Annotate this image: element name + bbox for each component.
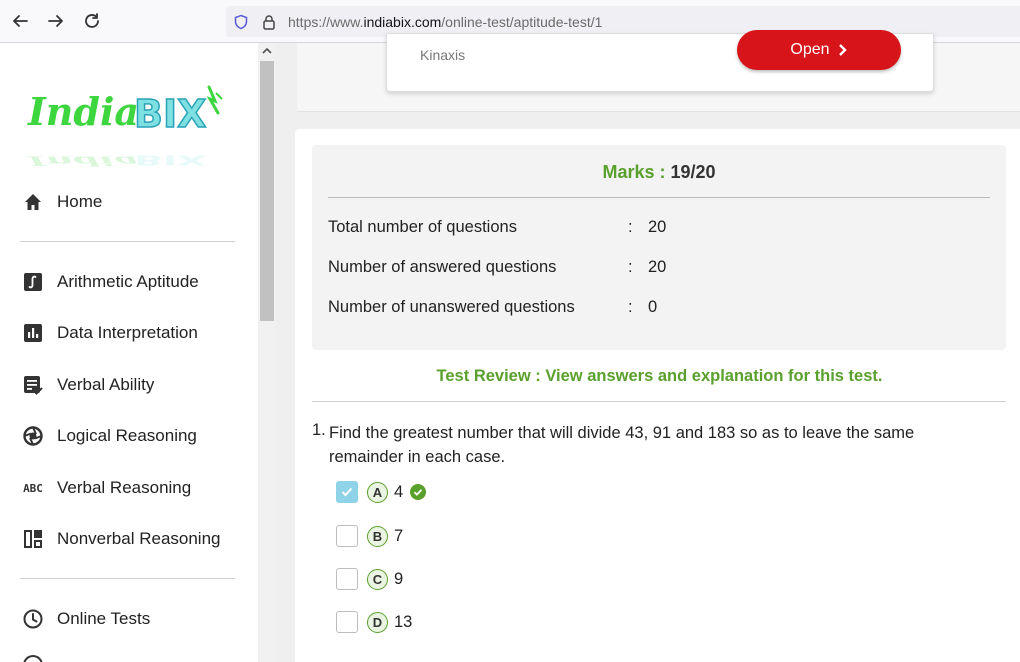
scrollbar-thumb[interactable]	[260, 61, 274, 321]
sidebar-item-label: Nonverbal Reasoning	[57, 529, 221, 548]
option-text: 9	[394, 569, 404, 588]
correct-answer-icon	[410, 484, 427, 500]
score-row-sep: :	[628, 258, 633, 276]
sidebar-item-home[interactable]: Home	[20, 187, 102, 217]
sidebar-divider	[20, 241, 235, 242]
sidebar-item-verbal-ability[interactable]: Verbal Ability	[20, 370, 154, 400]
option-letter: A	[367, 481, 388, 503]
test-result-panel: Marks : 19/20 Total number of questions …	[295, 129, 1020, 662]
option-checkbox[interactable]	[336, 611, 358, 633]
bar-chart-icon	[20, 320, 46, 346]
checkmark-icon	[341, 487, 353, 497]
score-row-sep: :	[628, 298, 633, 316]
abc-icon: ABC	[23, 481, 43, 495]
sidebar-item-label: Data Interpretation	[57, 323, 198, 342]
option-a[interactable]: A 4	[336, 481, 427, 503]
option-letter: D	[367, 611, 388, 633]
sidebar-item-label: Home	[57, 192, 103, 211]
doc-check-icon	[20, 372, 46, 398]
sidebar-item-verbal-reasoning[interactable]: ABC Verbal Reasoning	[20, 473, 191, 503]
indiabix-logo[interactable]: India BIX India BIX	[26, 83, 236, 183]
marks-value: 19/20	[670, 162, 716, 182]
score-row-value: 20	[648, 218, 667, 236]
marks-label: Marks :	[602, 162, 666, 182]
logo-graphic: India BIX India BIX	[27, 85, 223, 169]
sidebar: India BIX India BIX Home Arithmetic Apti…	[0, 43, 258, 662]
score-row-label: Number of answered questions	[328, 258, 557, 276]
chevron-right-icon	[838, 44, 847, 56]
forward-button[interactable]	[45, 10, 67, 32]
ad-open-button[interactable]: Open	[737, 30, 901, 70]
dashboard-icon	[20, 526, 46, 552]
marks-heading: Marks : 19/20	[312, 162, 1006, 183]
url-prefix: https://www.	[288, 14, 364, 30]
sidebar-scrollbar[interactable]	[258, 43, 276, 662]
partial-icon	[23, 655, 43, 662]
sidebar-item-label: Verbal Reasoning	[57, 478, 192, 497]
sidebar-item-online-tests[interactable]: Online Tests	[20, 604, 150, 634]
option-b[interactable]: B 7	[336, 525, 403, 547]
sidebar-item-label: Arithmetic Aptitude	[57, 272, 199, 291]
question-text: Find the greatest number that will divid…	[329, 424, 915, 466]
url-text[interactable]: https://www.indiabix.com/online-test/apt…	[288, 14, 602, 30]
score-divider	[328, 197, 990, 198]
sidebar-item-data-interpretation[interactable]: Data Interpretation	[20, 318, 198, 348]
sidebar-item-arithmetic-aptitude[interactable]: Arithmetic Aptitude	[20, 267, 199, 297]
integral-icon	[20, 269, 46, 295]
test-review-link[interactable]: Test Review : View answers and explanati…	[295, 367, 1020, 386]
ad-card[interactable]: Kinaxis Open	[386, 30, 934, 92]
svg-text:India: India	[27, 153, 139, 169]
home-icon	[20, 189, 46, 215]
ad-brand: Kinaxis	[420, 47, 466, 63]
score-summary: Marks : 19/20 Total number of questions …	[312, 145, 1006, 350]
ad-open-label: Open	[790, 41, 830, 58]
question-number: 1.	[312, 421, 326, 439]
score-row-value: 20	[648, 258, 667, 276]
sidebar-item-label: Online Tests	[57, 609, 151, 628]
option-letter: B	[367, 525, 388, 547]
forward-arrow-icon	[48, 15, 63, 27]
sidebar-item-nonverbal-reasoning[interactable]: Nonverbal Reasoning	[20, 524, 221, 554]
review-divider	[312, 401, 1006, 402]
sidebar-item-label: Verbal Ability	[57, 375, 155, 394]
score-row-label: Total number of questions	[328, 218, 517, 236]
option-d[interactable]: D 13	[336, 611, 412, 633]
svg-text:India: India	[27, 89, 139, 134]
ad-banner: Kinaxis Open	[297, 30, 1020, 112]
option-text: 7	[394, 526, 404, 545]
clock-icon	[20, 606, 46, 632]
option-c[interactable]: C 9	[336, 568, 403, 590]
score-row-label: Number of unanswered questions	[328, 298, 575, 316]
svg-text:BIX: BIX	[134, 92, 206, 136]
option-checkbox[interactable]	[336, 481, 358, 503]
score-row-value: 0	[648, 298, 658, 316]
reload-button[interactable]	[81, 10, 103, 32]
url-path: /online-test/aptitude-test/1	[441, 14, 603, 30]
option-text: 13	[394, 612, 413, 631]
svg-text:BIX: BIX	[134, 152, 206, 167]
reload-icon	[85, 13, 99, 28]
tracking-shield-icon[interactable]	[232, 13, 250, 31]
scroll-up-arrow-icon[interactable]	[258, 43, 276, 59]
back-arrow-icon	[13, 15, 28, 27]
option-checkbox[interactable]	[336, 525, 358, 547]
sidebar-item-label: Logical Reasoning	[57, 426, 197, 445]
option-checkbox[interactable]	[336, 568, 358, 590]
score-row-sep: :	[628, 218, 633, 236]
option-letter: C	[367, 568, 388, 590]
sidebar-item-logical-reasoning[interactable]: Logical Reasoning	[20, 421, 197, 451]
back-button[interactable]	[9, 10, 31, 32]
lock-icon[interactable]	[260, 13, 278, 31]
sidebar-divider	[20, 578, 235, 579]
main-content: Kinaxis Open Marks : 19/20 Total number …	[276, 30, 1020, 662]
option-text: 4	[394, 482, 404, 501]
aperture-icon	[20, 423, 46, 449]
url-domain: indiabix.com	[363, 14, 442, 30]
